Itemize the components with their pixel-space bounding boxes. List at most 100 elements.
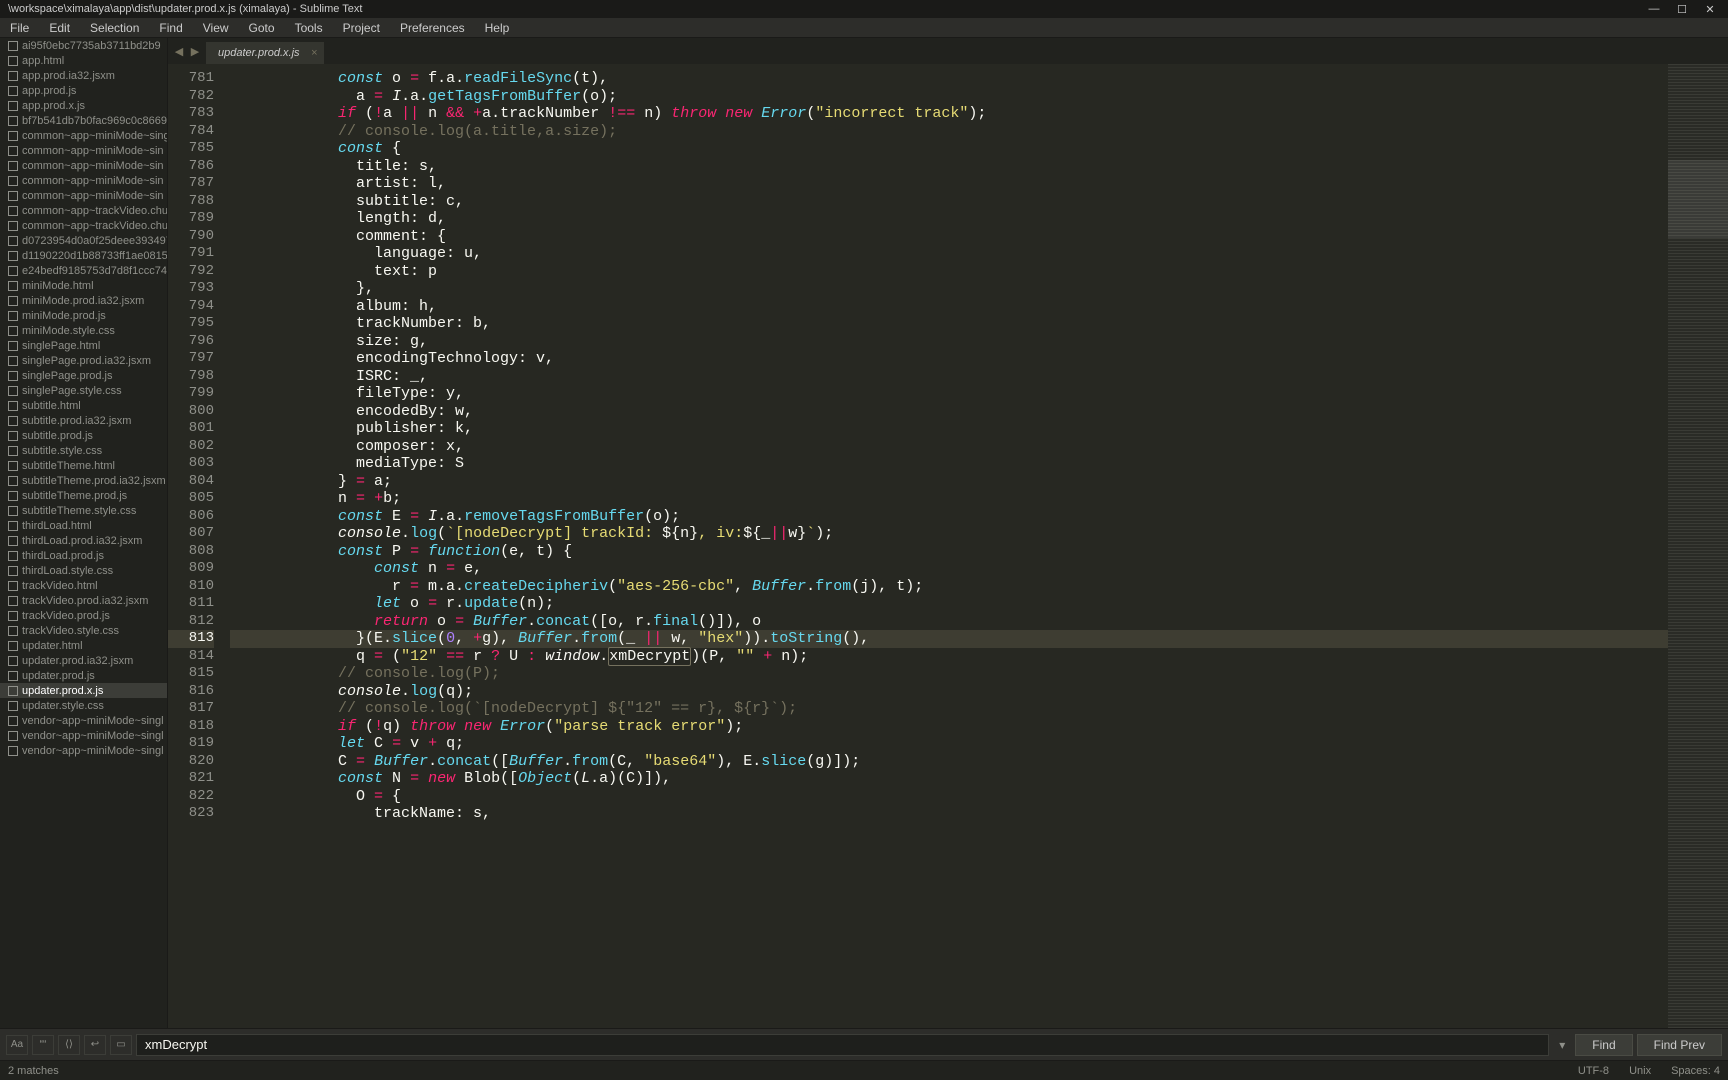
code-line[interactable]: const n = e, xyxy=(230,560,1668,578)
line-number[interactable]: 802 xyxy=(168,438,214,456)
code-line[interactable]: console.log(q); xyxy=(230,683,1668,701)
code-line[interactable]: // console.log(P); xyxy=(230,665,1668,683)
menu-selection[interactable]: Selection xyxy=(80,19,149,37)
code-line[interactable]: language: u, xyxy=(230,245,1668,263)
code-line[interactable]: encodingTechnology: v, xyxy=(230,350,1668,368)
sidebar-item[interactable]: thirdLoad.prod.ia32.jsxm xyxy=(0,533,167,548)
code-line[interactable]: const E = I.a.removeTagsFromBuffer(o); xyxy=(230,508,1668,526)
sidebar-item[interactable]: trackVideo.style.css xyxy=(0,623,167,638)
sidebar-item[interactable]: subtitleTheme.prod.ia32.jsxm xyxy=(0,473,167,488)
sidebar-item[interactable]: updater.html xyxy=(0,638,167,653)
code-line[interactable]: r = m.a.createDecipheriv("aes-256-cbc", … xyxy=(230,578,1668,596)
sidebar-item[interactable]: vendor~app~miniMode~singl xyxy=(0,713,167,728)
sidebar-item[interactable]: bf7b541db7b0fac969c0c86696 xyxy=(0,113,167,128)
code-line[interactable]: if (!q) throw new Error("parse track err… xyxy=(230,718,1668,736)
sidebar-item[interactable]: common~app~miniMode~sin xyxy=(0,158,167,173)
line-number[interactable]: 799 xyxy=(168,385,214,403)
menu-help[interactable]: Help xyxy=(475,19,520,37)
code-line[interactable]: trackNumber: b, xyxy=(230,315,1668,333)
line-number[interactable]: 800 xyxy=(168,403,214,421)
line-number[interactable]: 805 xyxy=(168,490,214,508)
line-number[interactable]: 808 xyxy=(168,543,214,561)
code-line[interactable]: } = a; xyxy=(230,473,1668,491)
code-line[interactable]: let C = v + q; xyxy=(230,735,1668,753)
menu-preferences[interactable]: Preferences xyxy=(390,19,475,37)
sidebar-item[interactable]: app.prod.js xyxy=(0,83,167,98)
line-number[interactable]: 820 xyxy=(168,753,214,771)
sidebar-item[interactable]: singlePage.style.css xyxy=(0,383,167,398)
sidebar-item[interactable]: vendor~app~miniMode~singl xyxy=(0,743,167,758)
line-number[interactable]: 794 xyxy=(168,298,214,316)
line-number[interactable]: 817 xyxy=(168,700,214,718)
line-number[interactable]: 818 xyxy=(168,718,214,736)
menu-project[interactable]: Project xyxy=(333,19,390,37)
find-prev-button[interactable]: Find Prev xyxy=(1637,1034,1722,1056)
gutter[interactable]: 7817827837847857867877887897907917927937… xyxy=(168,64,230,1028)
find-input[interactable] xyxy=(136,1034,1549,1056)
code-line[interactable]: length: d, xyxy=(230,210,1668,228)
code-line[interactable]: ISRC: _, xyxy=(230,368,1668,386)
sidebar-item[interactable]: vendor~app~miniMode~singl xyxy=(0,728,167,743)
sidebar-item[interactable]: updater.prod.x.js xyxy=(0,683,167,698)
code-line[interactable]: }(E.slice(0, +g), Buffer.from(_ || w, "h… xyxy=(230,630,1668,648)
sidebar-item[interactable]: trackVideo.html xyxy=(0,578,167,593)
find-button[interactable]: Find xyxy=(1575,1034,1632,1056)
maximize-button[interactable]: ☐ xyxy=(1672,3,1692,16)
line-number[interactable]: 781 xyxy=(168,70,214,88)
sidebar-item[interactable]: subtitleTheme.prod.js xyxy=(0,488,167,503)
sidebar-item[interactable]: trackVideo.prod.js xyxy=(0,608,167,623)
minimap[interactable] xyxy=(1668,64,1728,1028)
menu-find[interactable]: Find xyxy=(149,19,192,37)
code-line[interactable]: if (!a || n && +a.trackNumber !== n) thr… xyxy=(230,105,1668,123)
sidebar-item[interactable]: subtitle.html xyxy=(0,398,167,413)
code-line[interactable]: album: h, xyxy=(230,298,1668,316)
sidebar-item[interactable]: d1190220d1b88733ff1ae08157 xyxy=(0,248,167,263)
status-indent[interactable]: Spaces: 4 xyxy=(1671,1065,1720,1077)
sidebar-item[interactable]: trackVideo.prod.ia32.jsxm xyxy=(0,593,167,608)
line-number[interactable]: 782 xyxy=(168,88,214,106)
code-line[interactable]: encodedBy: w, xyxy=(230,403,1668,421)
line-number[interactable]: 786 xyxy=(168,158,214,176)
code-line[interactable]: subtitle: c, xyxy=(230,193,1668,211)
code-editor[interactable]: const o = f.a.readFileSync(t), a = I.a.g… xyxy=(230,64,1668,1028)
line-number[interactable]: 809 xyxy=(168,560,214,578)
sidebar-item[interactable]: common~app~miniMode~sin xyxy=(0,188,167,203)
tab-updater-prod-x-js[interactable]: updater.prod.x.js × xyxy=(206,42,324,64)
line-number[interactable]: 783 xyxy=(168,105,214,123)
line-number[interactable]: 823 xyxy=(168,805,214,823)
nav-back-icon[interactable]: ◀ xyxy=(172,44,186,58)
sidebar-item[interactable]: thirdLoad.html xyxy=(0,518,167,533)
code-line[interactable]: publisher: k, xyxy=(230,420,1668,438)
minimize-button[interactable]: — xyxy=(1644,3,1664,16)
sidebar-item[interactable]: singlePage.prod.js xyxy=(0,368,167,383)
sidebar-item[interactable]: miniMode.prod.js xyxy=(0,308,167,323)
menu-file[interactable]: File xyxy=(0,19,39,37)
line-number[interactable]: 813 xyxy=(168,630,214,648)
find-toggle-wrap[interactable]: ↩ xyxy=(84,1035,106,1055)
code-line[interactable]: const o = f.a.readFileSync(t), xyxy=(230,70,1668,88)
sidebar-item[interactable]: subtitle.prod.ia32.jsxm xyxy=(0,413,167,428)
sidebar-item[interactable]: app.html xyxy=(0,53,167,68)
line-number[interactable]: 811 xyxy=(168,595,214,613)
code-line[interactable]: // console.log(a.title,a.size); xyxy=(230,123,1668,141)
code-line[interactable]: fileType: y, xyxy=(230,385,1668,403)
code-line[interactable]: artist: l, xyxy=(230,175,1668,193)
line-number[interactable]: 785 xyxy=(168,140,214,158)
status-encoding[interactable]: UTF-8 xyxy=(1578,1065,1609,1077)
sidebar[interactable]: ai95f0ebc7735ab3711bd2b9app.htmlapp.prod… xyxy=(0,38,168,1028)
code-line[interactable]: title: s, xyxy=(230,158,1668,176)
code-line[interactable]: const { xyxy=(230,140,1668,158)
line-number[interactable]: 803 xyxy=(168,455,214,473)
minimap-viewport[interactable] xyxy=(1668,160,1728,237)
menu-view[interactable]: View xyxy=(193,19,239,37)
line-number[interactable]: 788 xyxy=(168,193,214,211)
sidebar-item[interactable]: updater.prod.js xyxy=(0,668,167,683)
find-history-dropdown[interactable]: ▾ xyxy=(1553,1038,1571,1052)
sidebar-item[interactable]: updater.style.css xyxy=(0,698,167,713)
code-line[interactable]: // console.log(`[nodeDecrypt] ${"12" == … xyxy=(230,700,1668,718)
sidebar-item[interactable]: singlePage.prod.ia32.jsxm xyxy=(0,353,167,368)
sidebar-item[interactable]: common~app~miniMode~sing xyxy=(0,128,167,143)
code-line[interactable]: text: p xyxy=(230,263,1668,281)
line-number[interactable]: 821 xyxy=(168,770,214,788)
sidebar-item[interactable]: thirdLoad.style.css xyxy=(0,563,167,578)
